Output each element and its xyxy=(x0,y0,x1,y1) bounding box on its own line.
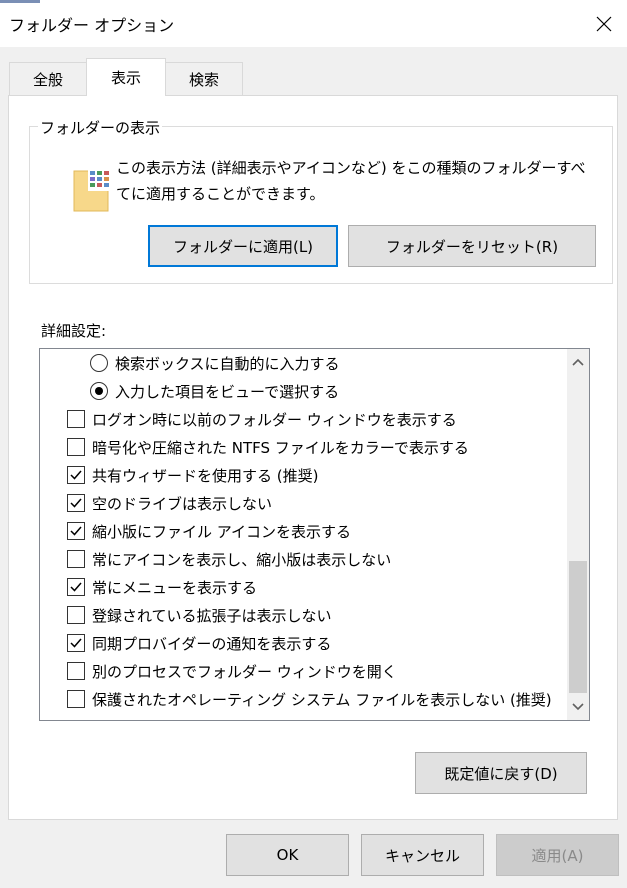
apply-to-folders-button[interactable]: フォルダーに適用(L) xyxy=(148,225,338,267)
list-item-label: 検索ボックスに自動的に入力する xyxy=(115,354,340,373)
close-icon xyxy=(596,16,612,31)
checkbox[interactable] xyxy=(67,466,85,484)
list-item-radio[interactable]: 入力した項目をビューで選択する xyxy=(90,377,339,405)
list-item-label: 常にアイコンを表示し、縮小版は表示しない xyxy=(92,550,392,569)
reset-folders-button[interactable]: フォルダーをリセット(R) xyxy=(348,225,596,267)
checkbox[interactable] xyxy=(67,522,85,540)
list-item-label: 常にメニューを表示する xyxy=(92,578,258,597)
scroll-down-button[interactable] xyxy=(567,696,589,718)
checkbox[interactable] xyxy=(67,410,85,428)
checkmark-icon xyxy=(70,638,82,648)
list-item-checkbox[interactable]: 登録されている拡張子は表示しない xyxy=(67,601,332,629)
list-item-label: 暗号化や圧縮された NTFS ファイルをカラーで表示する xyxy=(92,438,469,457)
list-item-label: 入力した項目をビューで選択する xyxy=(115,382,340,401)
list-item-label: 縮小版にファイル アイコンを表示する xyxy=(92,522,352,541)
list-item-checkbox[interactable]: 空のドライブは表示しない xyxy=(67,489,272,517)
list-item-checkbox[interactable]: 同期プロバイダーの通知を表示する xyxy=(67,629,331,657)
list-item-radio[interactable]: 検索ボックスに自動的に入力する xyxy=(90,349,340,377)
view-tab-panel: フォルダーの表示 この表示方法 (詳細表示やアイコンなど) をこの種類のフォルダ… xyxy=(8,95,618,820)
chevron-up-icon xyxy=(572,358,584,366)
list-item-checkbox[interactable]: 縮小版にファイル アイコンを表示する xyxy=(67,517,351,545)
radio-button[interactable] xyxy=(90,354,108,372)
checkbox[interactable] xyxy=(67,634,85,652)
chevron-down-icon xyxy=(572,703,584,711)
list-item-label: 共有ウィザードを使用する (推奨) xyxy=(92,466,319,485)
list-item-checkbox[interactable]: 暗号化や圧縮された NTFS ファイルをカラーで表示する xyxy=(67,433,469,461)
checkmark-icon xyxy=(70,498,82,508)
title-bar-accent xyxy=(0,0,40,3)
folder-view-description: この表示方法 (詳細表示やアイコンなど) をこの種類のフォルダーすべてに適用する… xyxy=(116,159,586,203)
checkbox[interactable] xyxy=(67,606,85,624)
ok-button[interactable]: OK xyxy=(226,834,349,876)
folder-view-group: フォルダーの表示 この表示方法 (詳細表示やアイコンなど) をこの種類のフォルダ… xyxy=(29,117,613,284)
checkbox[interactable] xyxy=(67,550,85,568)
advanced-settings-list[interactable]: 検索ボックスに自動的に入力する 入力した項目をビューで選択する ログオン時に以前… xyxy=(39,348,590,721)
list-item-checkbox[interactable]: 常にアイコンを表示し、縮小版は表示しない xyxy=(67,545,391,573)
title-bar: フォルダー オプション xyxy=(0,0,627,47)
list-item-label: 同期プロバイダーの通知を表示する xyxy=(92,634,332,653)
vertical-scrollbar[interactable] xyxy=(567,349,589,720)
checkbox[interactable] xyxy=(67,662,85,680)
list-item-label: 空のドライブは表示しない xyxy=(92,494,273,513)
close-button[interactable] xyxy=(581,0,627,47)
list-item-label: 別のプロセスでフォルダー ウィンドウを開く xyxy=(92,662,397,681)
tab-general[interactable]: 全般 xyxy=(9,62,87,96)
list-item-checkbox[interactable]: 別のプロセスでフォルダー ウィンドウを開く xyxy=(67,657,397,685)
list-item-label: 保護されたオペレーティング システム ファイルを表示しない (推奨) xyxy=(92,690,552,709)
list-item-checkbox[interactable]: 保護されたオペレーティング システム ファイルを表示しない (推奨) xyxy=(67,685,552,713)
window-title: フォルダー オプション xyxy=(9,16,175,35)
folder-view-icon xyxy=(72,167,112,217)
checkbox[interactable] xyxy=(67,438,85,456)
checkbox[interactable] xyxy=(67,494,85,512)
checkmark-icon xyxy=(70,582,82,592)
list-item-label: ログオン時に以前のフォルダー ウィンドウを表示する xyxy=(92,410,457,429)
list-item-checkbox[interactable]: 常にメニューを表示する xyxy=(67,573,257,601)
checkbox[interactable] xyxy=(67,690,85,708)
advanced-settings-label: 詳細設定: xyxy=(41,322,107,340)
cancel-button[interactable]: キャンセル xyxy=(361,834,484,876)
tab-search[interactable]: 検索 xyxy=(165,62,243,96)
list-item-label: 登録されている拡張子は表示しない xyxy=(92,606,332,625)
scroll-up-button[interactable] xyxy=(567,351,589,373)
radio-button[interactable] xyxy=(90,382,108,400)
tab-view[interactable]: 表示 xyxy=(86,58,166,96)
list-item-checkbox[interactable]: ログオン時に以前のフォルダー ウィンドウを表示する xyxy=(67,405,457,433)
checkmark-icon xyxy=(70,526,82,536)
apply-button[interactable]: 適用(A) xyxy=(496,834,619,876)
folder-view-group-label: フォルダーの表示 xyxy=(38,117,163,138)
scrollbar-thumb[interactable] xyxy=(569,561,587,693)
radio-selected-dot xyxy=(95,387,103,395)
checkmark-icon xyxy=(70,470,82,480)
list-item-checkbox[interactable]: 共有ウィザードを使用する (推奨) xyxy=(67,461,318,489)
checkbox[interactable] xyxy=(67,578,85,596)
restore-defaults-button[interactable]: 既定値に戻す(D) xyxy=(415,752,587,794)
